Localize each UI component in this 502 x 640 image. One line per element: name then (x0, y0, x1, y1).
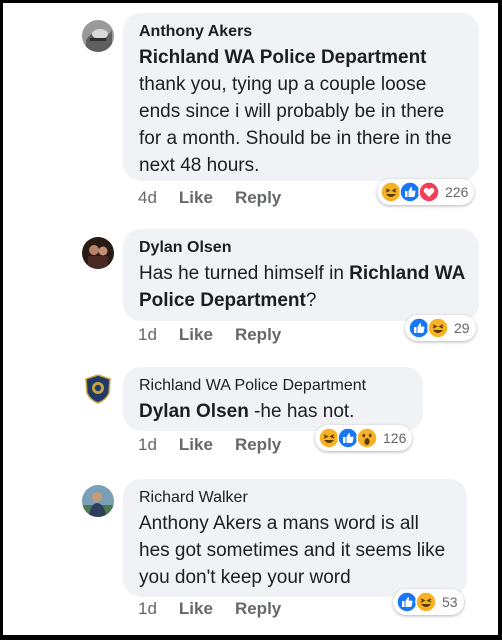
reactions-summary[interactable]: 29 (405, 315, 476, 341)
comment-body-end: ? (305, 290, 317, 311)
comment-time[interactable]: 1d (138, 435, 157, 455)
like-reaction-icon (337, 427, 359, 449)
comment-thread: Anthony Akers Richland WA Police Departm… (3, 3, 498, 635)
comment-text: Has he turned himself in Richland WA Pol… (139, 260, 465, 314)
like-reaction-icon (396, 591, 418, 613)
haha-reaction-icon (415, 591, 437, 613)
comment-body: thank you, tying up a couple loose ends … (139, 74, 452, 176)
comment-time[interactable]: 1d (138, 599, 157, 619)
haha-reaction-icon (427, 317, 449, 339)
comment-time[interactable]: 4d (138, 188, 157, 208)
avatar[interactable] (82, 237, 114, 269)
reactions-summary[interactable]: 126 (315, 425, 413, 451)
haha-reaction-icon (380, 181, 402, 203)
like-button[interactable]: Like (179, 188, 213, 208)
reply-button[interactable]: Reply (235, 188, 281, 208)
comment-bubble: Anthony Akers Richland WA Police Departm… (123, 13, 479, 181)
avatar[interactable] (82, 485, 114, 517)
comment-author[interactable]: Richard Walker (139, 488, 453, 508)
reaction-count: 226 (445, 184, 469, 200)
comment-bubble: Richland WA Police Department Dylan Olse… (123, 367, 423, 431)
like-reaction-icon (408, 317, 430, 339)
comment-actions: 4d Like Reply (138, 188, 281, 208)
reply-button[interactable]: Reply (235, 599, 281, 619)
comment-time[interactable]: 1d (138, 325, 157, 345)
mention-tag[interactable]: Richland WA Police Department (139, 47, 427, 68)
reaction-count: 126 (383, 430, 407, 446)
comment-actions: 1d Like Reply (138, 435, 281, 455)
comment-bubble: Richard Walker Anthony Akers a mans word… (123, 479, 467, 597)
comment-actions: 1d Like Reply (138, 325, 281, 345)
comment-text: Dylan Olsen -he has not. (139, 398, 409, 425)
reaction-count: 29 (454, 320, 470, 336)
reactions-summary[interactable]: 53 (393, 589, 464, 615)
comment-author[interactable]: Anthony Akers (139, 22, 465, 42)
wow-reaction-icon (356, 427, 378, 449)
mention-tag[interactable]: Dylan Olsen (139, 401, 249, 422)
like-button[interactable]: Like (179, 599, 213, 619)
reactions-summary[interactable]: 226 (377, 179, 475, 205)
comment-body: -he has not. (248, 401, 355, 422)
comment-actions: 1d Like Reply (138, 599, 281, 619)
haha-reaction-icon (318, 427, 340, 449)
comment-body: Has he turned himself in (139, 263, 350, 284)
reply-button[interactable]: Reply (235, 435, 281, 455)
comment-author[interactable]: Richland WA Police Department (139, 376, 409, 396)
comment-text: Anthony Akers a mans word is all hes got… (139, 513, 446, 588)
comment-bubble: Dylan Olsen Has he turned himself in Ric… (123, 229, 479, 321)
reply-button[interactable]: Reply (235, 325, 281, 345)
police-badge-avatar[interactable] (82, 373, 114, 405)
love-reaction-icon (418, 181, 440, 203)
like-reaction-icon (399, 181, 421, 203)
comment-text: Richland WA Police Department thank you, … (139, 44, 465, 179)
avatar[interactable] (82, 20, 114, 52)
like-button[interactable]: Like (179, 435, 213, 455)
reaction-count: 53 (442, 594, 458, 610)
comment-author[interactable]: Dylan Olsen (139, 238, 465, 258)
like-button[interactable]: Like (179, 325, 213, 345)
